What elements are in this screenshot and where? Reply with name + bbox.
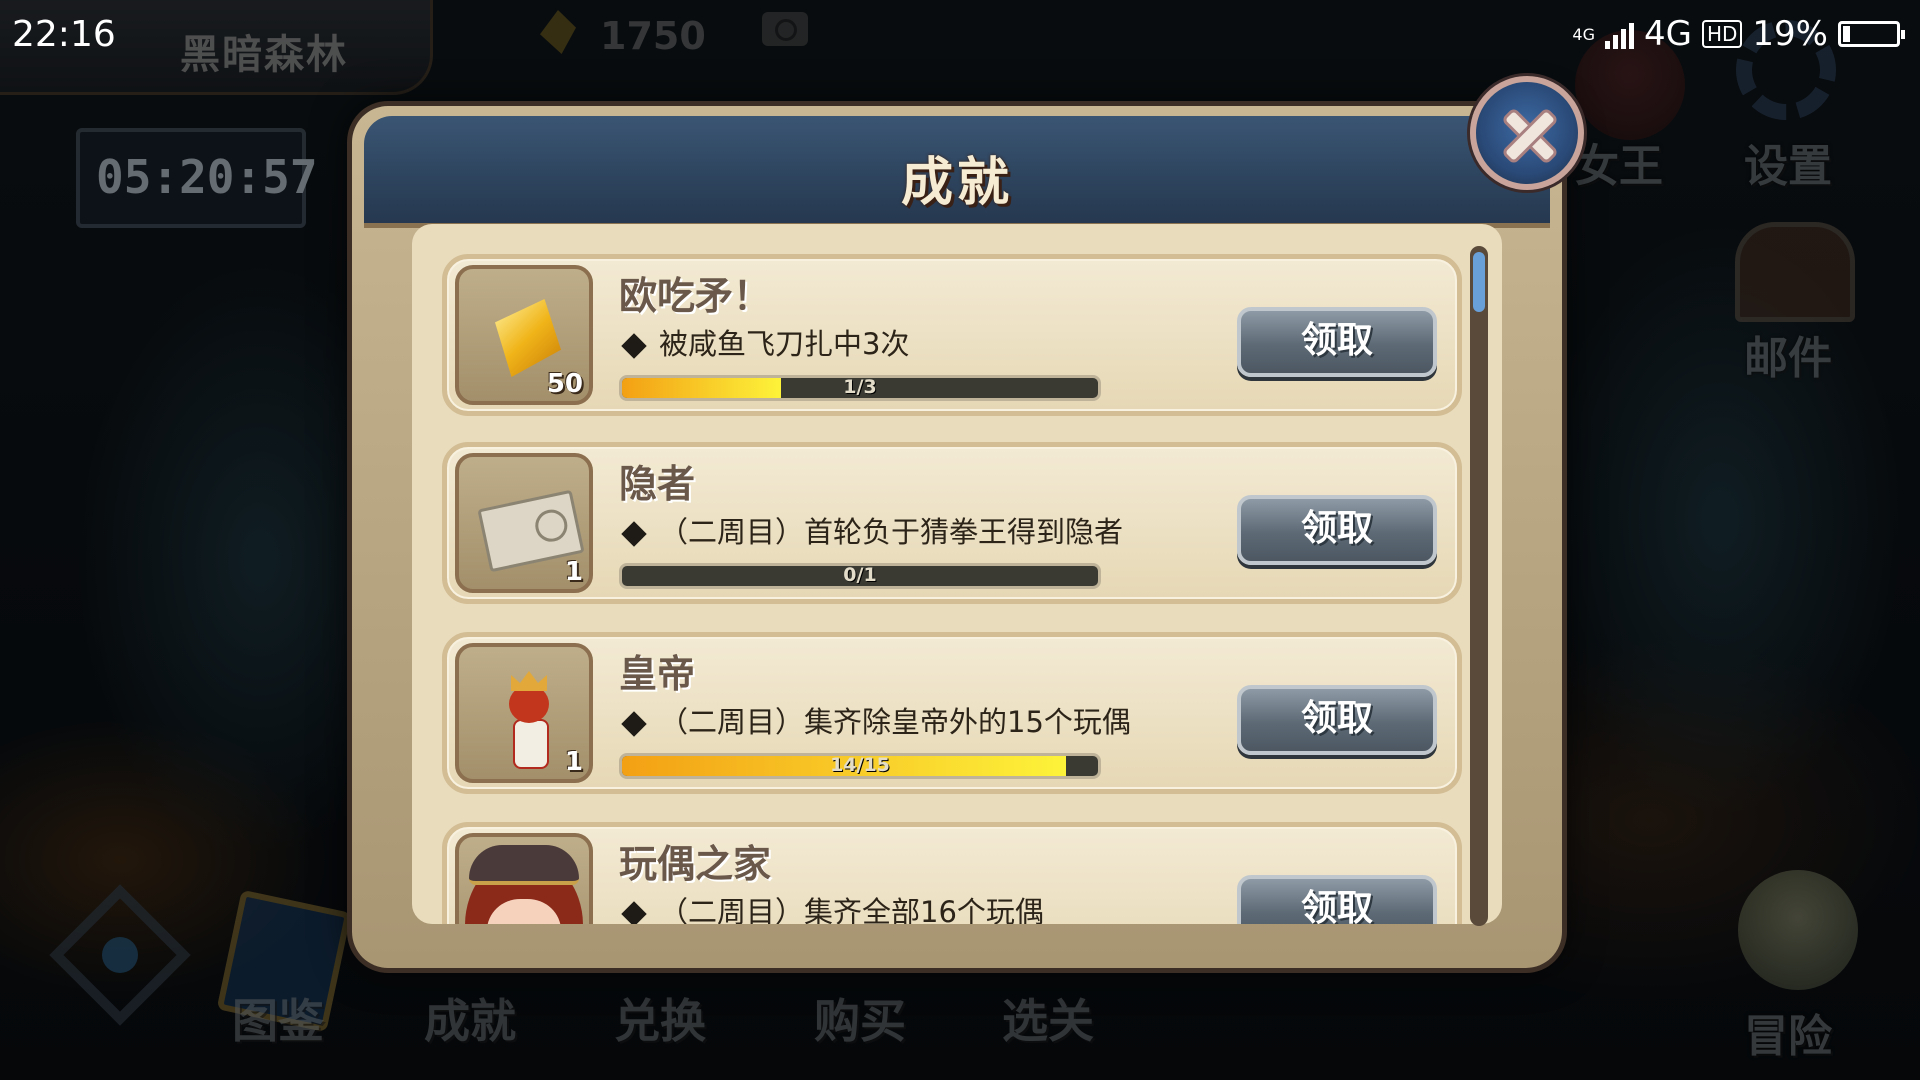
achievement-title: 皇帝 (619, 652, 696, 696)
diamond-bullet-icon (621, 711, 647, 737)
claim-button[interactable]: 领取 (1237, 685, 1437, 755)
achievement-card: 1 隐者 （二周目）首轮负于猜拳王得到隐者 0/1 领取 (442, 442, 1462, 604)
achievement-description: 被咸鱼飞刀扎中3次 (619, 321, 909, 363)
list-scrollbar[interactable] (1470, 246, 1488, 926)
achievement-description: （二周目）集齐除皇帝外的15个玩偶 (619, 699, 1131, 741)
status-bar: 22:16 4G 4G HD 19% (0, 0, 1920, 74)
diamond-bullet-icon (621, 901, 647, 924)
progress-label: 1/3 (843, 376, 877, 398)
reward-count: 1 (564, 557, 583, 587)
achievement-description-text: （二周目）首轮负于猜拳王得到隐者 (659, 515, 1124, 549)
status-icons: 4G 4G HD 19% (1572, 14, 1905, 54)
achievement-description: （二周目）首轮负于猜拳王得到隐者 (619, 509, 1123, 551)
dollhouse-avatar (459, 837, 589, 924)
achievement-description-text: （二周目）集齐除皇帝外的15个玩偶 (659, 705, 1131, 739)
achievement-title: 隐者 (619, 462, 696, 506)
reward-slot: 50 (455, 265, 593, 405)
dialog-title: 成就 (900, 153, 1013, 213)
progress-bar: 0/1 (619, 563, 1101, 589)
battery-icon (1838, 21, 1905, 47)
achievement-description-text: 被咸鱼飞刀扎中3次 (659, 327, 910, 361)
dialog-header: 成就 (364, 116, 1550, 228)
reward-slot: 1 (455, 643, 593, 783)
achievement-dialog: 成就 50 欧吃矛！ 被咸鱼飞刀扎中3次 1/3 领取 1 隐者 （二周目）首轮… (352, 106, 1562, 968)
reward-slot (455, 833, 593, 924)
achievement-card: 1 皇帝 （二周目）集齐除皇帝外的15个玩偶 14/15 领取 (442, 632, 1462, 794)
progress-label: 14/15 (830, 754, 890, 776)
claim-button[interactable]: 领取 (1237, 495, 1437, 565)
battery-percent: 19% (1752, 14, 1828, 54)
progress-label: 0/1 (843, 564, 877, 586)
status-time: 22:16 (12, 14, 116, 55)
reward-count: 50 (546, 369, 583, 399)
achievement-card: 50 欧吃矛！ 被咸鱼飞刀扎中3次 1/3 领取 (442, 254, 1462, 416)
claim-button[interactable]: 领取 (1237, 307, 1437, 377)
hd-icon: HD (1701, 20, 1743, 48)
reward-count: 1 (564, 747, 583, 777)
network-small-label: 4G (1572, 24, 1595, 44)
achievement-description: （二周目）集齐全部16个玩偶 (619, 889, 1044, 924)
achievement-title: 玩偶之家 (619, 842, 772, 886)
achievement-description-text: （二周目）集齐全部16个玩偶 (659, 895, 1044, 924)
emperor-doll-icon (503, 671, 555, 769)
diamond-bullet-icon (621, 521, 647, 547)
achievement-list[interactable]: 50 欧吃矛！ 被咸鱼飞刀扎中3次 1/3 领取 1 隐者 （二周目）首轮负于猜… (412, 224, 1502, 924)
signal-icon (1604, 19, 1634, 49)
achievement-card: 玩偶之家 （二周目）集齐全部16个玩偶 领取 (442, 822, 1462, 924)
diamond-bullet-icon (621, 333, 647, 359)
achievement-list-scroll[interactable]: 50 欧吃矛！ 被咸鱼飞刀扎中3次 1/3 领取 1 隐者 （二周目）首轮负于猜… (412, 224, 1502, 924)
close-button[interactable] (1470, 76, 1584, 190)
achievement-title: 欧吃矛！ (619, 274, 772, 318)
progress-bar: 14/15 (619, 753, 1101, 779)
claim-button[interactable]: 领取 (1237, 875, 1437, 924)
progress-bar: 1/3 (619, 375, 1101, 401)
close-icon (1476, 82, 1578, 184)
battery-fill (1843, 26, 1850, 42)
reward-slot: 1 (455, 453, 593, 593)
scrollbar-thumb[interactable] (1473, 252, 1485, 312)
network-label: 4G (1643, 14, 1692, 54)
crystal-icon (495, 299, 561, 377)
